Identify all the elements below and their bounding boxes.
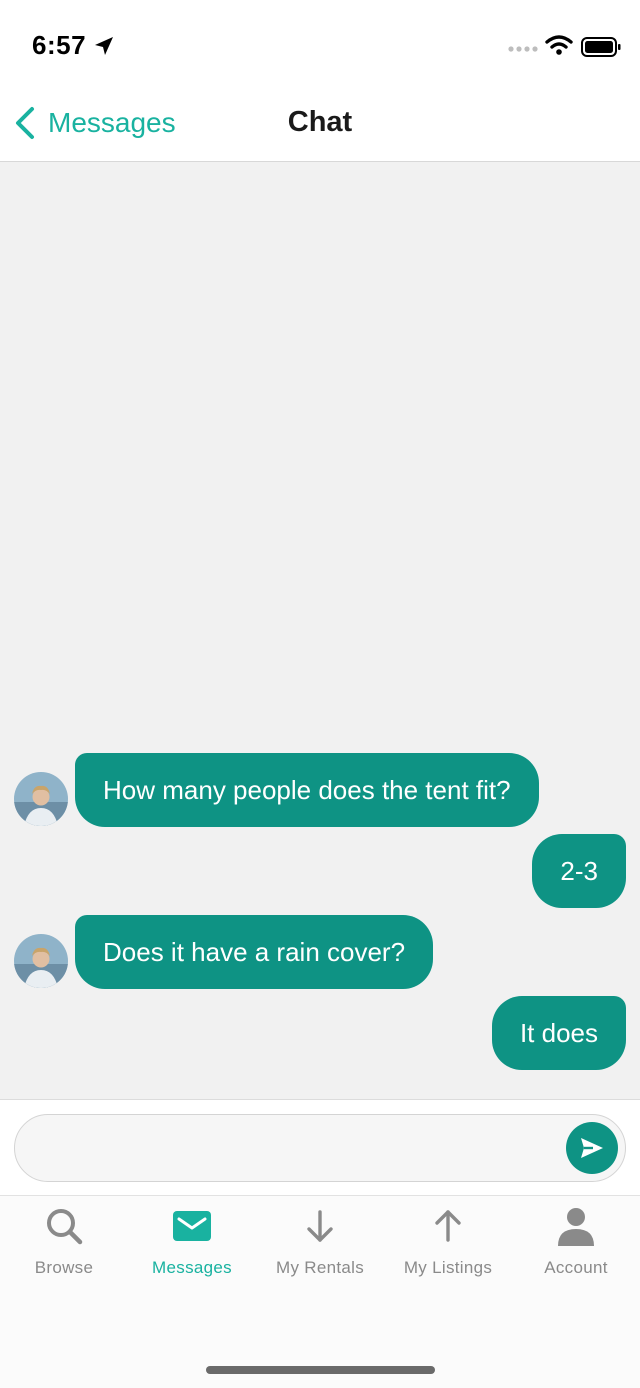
home-indicator xyxy=(206,1366,435,1374)
arrow-down-icon xyxy=(307,1210,333,1242)
tab-label: My Listings xyxy=(403,1258,493,1277)
message-bubble: 2-3 xyxy=(532,834,626,908)
message-composer xyxy=(0,1099,640,1195)
message-input[interactable] xyxy=(14,1114,626,1182)
search-icon xyxy=(47,1209,83,1245)
tab-label: Browse xyxy=(34,1258,94,1277)
avatar xyxy=(14,772,68,826)
tab-label: Account xyxy=(544,1258,608,1277)
avatar xyxy=(14,934,68,988)
tab-browse[interactable]: Browse xyxy=(0,1196,128,1296)
tab-messages[interactable]: Messages xyxy=(128,1196,256,1296)
signal-icon xyxy=(508,46,538,52)
send-icon xyxy=(581,1138,603,1158)
status-bar: 6:57 xyxy=(0,0,640,92)
message-bubble: How many people does the tent fit? xyxy=(75,753,539,827)
battery-icon xyxy=(581,37,621,57)
status-time: 6:57 xyxy=(32,30,87,60)
chat-area[interactable]: How many people does the tent fit? 2-3 D… xyxy=(0,162,640,1099)
location-arrow-icon xyxy=(95,37,113,55)
wifi-icon xyxy=(545,35,573,55)
envelope-icon xyxy=(173,1211,211,1241)
message-bubble: Does it have a rain cover? xyxy=(75,915,434,989)
tab-my-rentals[interactable]: My Rentals xyxy=(256,1196,384,1296)
tab-account[interactable]: Account xyxy=(512,1196,640,1296)
tab-my-listings[interactable]: My Listings xyxy=(384,1196,512,1296)
tab-label: My Rentals xyxy=(275,1258,365,1277)
navigation-bar: Messages Chat xyxy=(0,92,640,162)
send-button[interactable] xyxy=(566,1122,618,1174)
chat-screen: 6:57 Messages Chat How many people does … xyxy=(0,0,640,1388)
message-bubble: It does xyxy=(491,996,626,1070)
person-icon xyxy=(558,1208,594,1246)
tab-label: Messages xyxy=(152,1258,232,1277)
page-title: Chat xyxy=(287,106,353,138)
arrow-up-icon xyxy=(435,1210,461,1242)
tab-bar: Browse Messages My Rentals My Listings A… xyxy=(0,1195,640,1388)
